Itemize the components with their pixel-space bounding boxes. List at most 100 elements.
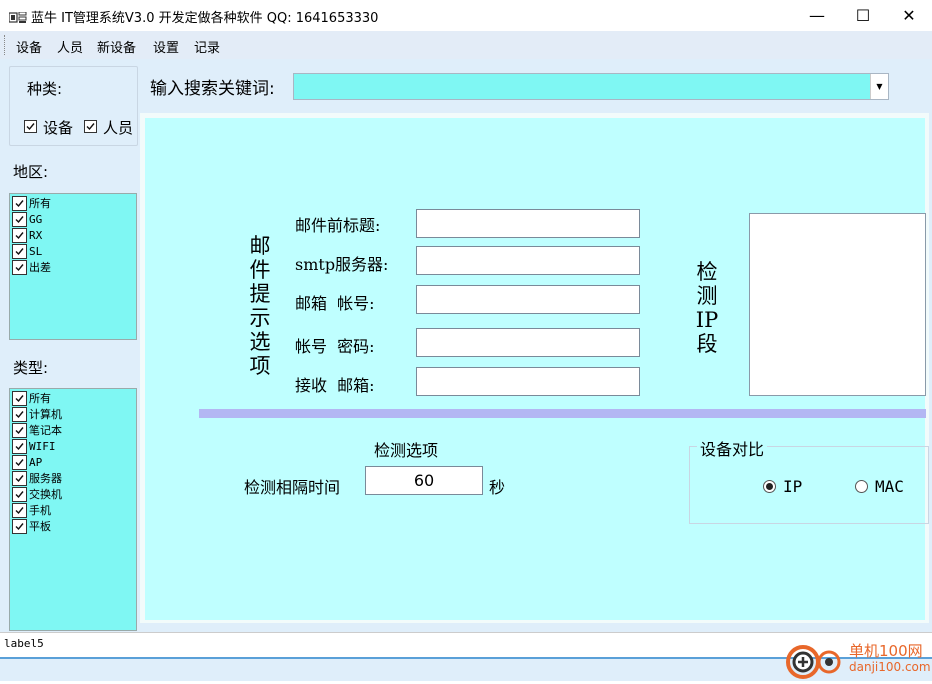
menu-settings[interactable]: 设置	[153, 37, 179, 56]
mail-subject-input[interactable]	[416, 209, 640, 238]
ip-section-label: 检测IP段	[695, 260, 719, 356]
menu-new-device[interactable]: 新设备	[97, 37, 136, 56]
type-label: 类型:	[13, 359, 49, 377]
check-icon	[15, 490, 24, 498]
list-item[interactable]: 计算机	[12, 406, 62, 422]
status-label: label5	[4, 637, 44, 650]
kind-device-label: 设备	[43, 119, 74, 137]
check-icon	[15, 458, 24, 466]
checkbox[interactable]	[12, 227, 27, 243]
search-combobox[interactable]	[293, 73, 889, 100]
list-item-label: GG	[29, 212, 43, 226]
radio-ip[interactable]	[763, 480, 776, 493]
radio-dot	[766, 483, 773, 490]
chevron-down-icon[interactable]: ▼	[870, 74, 888, 99]
search-label: 输入搜索关键词:	[150, 79, 275, 99]
list-item-label: 手机	[29, 504, 51, 517]
list-item[interactable]: 服务器	[12, 470, 62, 486]
list-item-label: WIFI	[29, 439, 56, 453]
list-item-label: 笔记本	[29, 424, 62, 437]
checkbox[interactable]	[12, 486, 27, 502]
check-icon	[15, 506, 24, 514]
checkbox[interactable]	[12, 195, 27, 211]
list-item-label: RX	[29, 228, 43, 242]
checkbox[interactable]	[12, 438, 27, 454]
mail-section-label: 邮件提示选项	[249, 234, 271, 378]
mail-account-label: 邮箱 帐号:	[295, 294, 375, 313]
checkbox[interactable]	[12, 422, 27, 438]
check-icon	[15, 394, 24, 402]
detect-options-title: 检测选项	[374, 441, 439, 460]
kind-people-checkbox[interactable]	[84, 120, 97, 133]
kind-label: 种类:	[25, 78, 65, 99]
list-item[interactable]: GG	[12, 211, 42, 227]
region-label: 地区:	[13, 163, 49, 181]
menu-bar	[0, 31, 932, 59]
check-icon	[15, 263, 24, 271]
menu-grip-icon	[4, 35, 7, 55]
check-icon	[15, 522, 24, 530]
list-item[interactable]: 所有	[12, 390, 51, 406]
menu-device[interactable]: 设备	[16, 37, 42, 56]
check-icon	[15, 426, 24, 434]
check-icon	[15, 231, 24, 239]
list-item-label: SL	[29, 244, 43, 258]
list-item-label: 所有	[29, 197, 51, 210]
list-item-label: 计算机	[29, 408, 62, 421]
minimize-button[interactable]: —	[794, 0, 840, 31]
close-button[interactable]: ✕	[886, 0, 932, 31]
interval-unit: 秒	[489, 478, 506, 497]
watermark-logo	[783, 640, 847, 680]
checkbox[interactable]	[12, 502, 27, 518]
checkbox[interactable]	[12, 390, 27, 406]
check-icon	[15, 199, 24, 207]
radio-mac-label: MAC	[875, 477, 904, 496]
receive-mail-label: 接收 邮箱:	[295, 376, 375, 395]
list-item[interactable]: 出差	[12, 259, 51, 275]
watermark-line2: danji100.com	[849, 660, 931, 674]
menu-records[interactable]: 记录	[194, 37, 220, 56]
mail-account-input[interactable]	[416, 285, 640, 314]
list-item[interactable]: 笔记本	[12, 422, 62, 438]
list-item[interactable]: SL	[12, 243, 42, 259]
maximize-button[interactable]: ☐	[840, 0, 886, 31]
mail-subject-label: 邮件前标题:	[295, 216, 381, 235]
list-item-label: AP	[29, 455, 43, 469]
watermark-line1: 单机100网	[849, 642, 923, 660]
list-item[interactable]: 交换机	[12, 486, 62, 502]
window-title: 蓝牛 IT管理系统V3.0 开发定做各种软件 QQ: 1641653330	[31, 11, 379, 26]
app-icon	[8, 9, 27, 23]
checkbox[interactable]	[12, 259, 27, 275]
checkbox[interactable]	[12, 470, 27, 486]
type-list[interactable]: 所有 计算机 笔记本 WIFI AP 服务器 交换机 手机 平板	[9, 388, 137, 631]
interval-label: 检测相隔时间	[244, 478, 341, 497]
list-item-label: 交换机	[29, 488, 62, 501]
list-item[interactable]: 所有	[12, 195, 51, 211]
region-list[interactable]: 所有 GG RX SL 出差	[9, 193, 137, 340]
kind-device-checkbox[interactable]	[24, 120, 37, 133]
checkbox[interactable]	[12, 518, 27, 534]
check-icon	[15, 247, 24, 255]
list-item[interactable]: AP	[12, 454, 42, 470]
list-item[interactable]: WIFI	[12, 438, 56, 454]
check-icon	[15, 215, 24, 223]
mail-password-input[interactable]	[416, 328, 640, 357]
checkbox[interactable]	[12, 211, 27, 227]
list-item-label: 平板	[29, 520, 51, 533]
checkbox[interactable]	[12, 243, 27, 259]
radio-mac[interactable]	[855, 480, 868, 493]
checkbox[interactable]	[12, 406, 27, 422]
receive-mail-input[interactable]	[416, 367, 640, 396]
ip-range-textarea[interactable]	[749, 213, 926, 396]
radio-ip-label: IP	[783, 477, 803, 496]
compare-title: 设备对比	[697, 436, 768, 460]
list-item[interactable]: 手机	[12, 502, 51, 518]
smtp-server-input[interactable]	[416, 246, 640, 275]
interval-input[interactable]: 60	[365, 466, 483, 495]
list-item[interactable]: 平板	[12, 518, 51, 534]
list-item-label: 服务器	[29, 472, 62, 485]
checkbox[interactable]	[12, 454, 27, 470]
check-icon	[15, 474, 24, 482]
list-item[interactable]: RX	[12, 227, 42, 243]
menu-people[interactable]: 人员	[57, 37, 83, 56]
